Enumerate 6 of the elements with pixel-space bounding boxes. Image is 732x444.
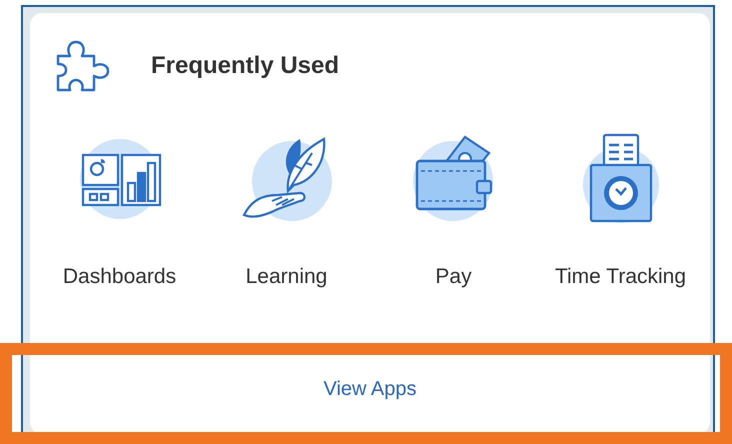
card-title: Frequently Used (151, 52, 340, 80)
app-label[interactable]: Pay (435, 265, 472, 289)
app-label[interactable]: Learning (246, 265, 328, 289)
app-label[interactable]: Dashboards (62, 265, 176, 289)
app-label[interactable]: Time Tracking (554, 265, 686, 289)
view-apps-link[interactable]: View Apps (323, 378, 417, 400)
